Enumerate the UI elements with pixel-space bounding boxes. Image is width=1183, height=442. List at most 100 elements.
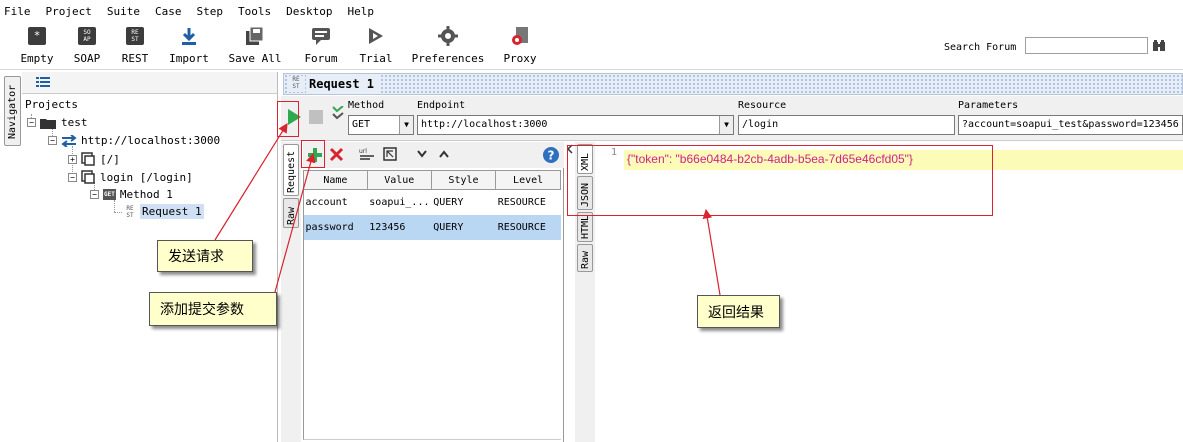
move-up-icon[interactable]: [439, 150, 449, 158]
params-table-header: Name Value Style Level: [303, 170, 561, 190]
tab-raw[interactable]: Raw: [283, 198, 299, 228]
resource-icon: [81, 170, 95, 184]
add-to-testcase-icon[interactable]: [331, 106, 345, 126]
menu-step[interactable]: Step: [196, 5, 223, 18]
soap-icon: SO AP: [75, 24, 99, 48]
tree-service-label: http://localhost:3000: [81, 134, 221, 147]
menu-desktop[interactable]: Desktop: [286, 5, 332, 18]
tree-toolbar: [22, 72, 277, 94]
search-forum-input[interactable]: [1025, 37, 1148, 54]
binoculars-icon[interactable]: [1152, 39, 1166, 52]
param-name-cell[interactable]: password: [303, 214, 368, 240]
parameters-input[interactable]: ?account=soapui_test&password=123456: [958, 115, 1183, 135]
tab-raw-response[interactable]: Raw: [577, 244, 593, 272]
menu-case[interactable]: Case: [155, 5, 182, 18]
param-value-cell[interactable]: 123456: [367, 214, 432, 240]
tree-service[interactable]: − http://localhost:3000: [48, 134, 220, 147]
param-value-cell[interactable]: soapui_...: [367, 190, 431, 215]
menu-help[interactable]: Help: [347, 5, 374, 18]
tree-project-test[interactable]: − test: [27, 116, 88, 129]
request-pane: Request Raw url ? Name Value Style Level…: [281, 142, 564, 442]
preferences-button-label: Preferences: [411, 52, 485, 65]
endpoint-value: http://localhost:3000: [421, 119, 548, 130]
svg-text:url: url: [359, 148, 367, 155]
navigator-label: Navigator: [7, 84, 18, 139]
column-level[interactable]: Level: [495, 170, 561, 190]
collapse-icon[interactable]: −: [68, 172, 77, 182]
params-table: Name Value Style Level account soapui_..…: [303, 170, 561, 240]
tree-resource-root[interactable]: + [/]: [68, 152, 120, 166]
parameters-value: ?account=soapui_test&password=123456: [962, 119, 1179, 130]
column-name[interactable]: Name: [303, 170, 368, 190]
tab-html[interactable]: HTML: [577, 212, 593, 242]
tab-raw-label: Raw: [286, 206, 297, 225]
result-callout-text: 返回结果: [708, 304, 764, 321]
method-select[interactable]: GET ▼: [348, 115, 414, 135]
resource-label: Resource: [738, 100, 787, 111]
empty-button-label: Empty: [20, 52, 54, 65]
tree-method[interactable]: − GET Method 1: [90, 188, 173, 201]
proxy-button-label: Proxy: [503, 52, 537, 65]
stop-icon[interactable]: [309, 110, 323, 124]
request-vertical-tabs: Request Raw: [281, 142, 301, 442]
menu-project[interactable]: Project: [46, 5, 92, 18]
rest-request-icon: RE ST: [126, 204, 134, 219]
menu-tools[interactable]: Tools: [238, 5, 271, 18]
preferences-button[interactable]: Preferences: [411, 24, 485, 65]
param-style-cell[interactable]: QUERY: [431, 214, 496, 240]
collapse-icon[interactable]: −: [27, 118, 36, 127]
expand-icon[interactable]: +: [68, 154, 77, 164]
chevron-down-icon: ▼: [399, 116, 413, 134]
move-down-icon[interactable]: [417, 150, 427, 158]
method-label: Method: [348, 100, 385, 111]
tab-raw-response-label: Raw: [580, 250, 591, 269]
param-style-cell[interactable]: QUERY: [431, 190, 495, 215]
import-button[interactable]: Import: [154, 24, 224, 65]
rest-button-label: REST: [121, 52, 149, 65]
search-forum-label: Search Forum: [944, 42, 1017, 53]
save-all-button-label: Save All: [228, 52, 282, 65]
endpoint-select[interactable]: http://localhost:3000 ▼: [417, 115, 734, 135]
trial-button[interactable]: Trial: [341, 24, 411, 65]
help-icon[interactable]: ?: [542, 146, 560, 164]
tab-html-label: HTML: [580, 214, 591, 239]
navigator-tab[interactable]: Navigator: [4, 76, 21, 146]
send-request-callout-text: 发送请求: [168, 249, 224, 265]
resource-input[interactable]: /login: [738, 115, 955, 135]
param-name-cell[interactable]: account: [304, 190, 368, 215]
request-editor-header: RE ST Request 1: [283, 73, 1183, 95]
proxy-button[interactable]: Proxy: [485, 24, 555, 65]
param-level-cell[interactable]: RESOURCE: [495, 214, 561, 240]
rest-service-icon: [61, 134, 77, 147]
list-view-icon[interactable]: [36, 77, 50, 88]
tree-project-label: test: [61, 116, 88, 129]
tree-projects-root[interactable]: Projects: [25, 98, 78, 111]
tree-request[interactable]: RE ST Request 1: [124, 204, 204, 219]
svg-text:?: ?: [548, 149, 555, 163]
collapse-icon[interactable]: −: [90, 190, 99, 199]
tab-request[interactable]: Request: [283, 144, 299, 196]
table-row[interactable]: password 123456 QUERY RESOURCE: [303, 214, 561, 240]
column-value[interactable]: Value: [366, 170, 432, 190]
tree-resource-login[interactable]: − login [/login]: [68, 170, 193, 184]
menu-suite[interactable]: Suite: [107, 5, 140, 18]
result-callout: 返回结果: [697, 295, 780, 328]
table-row[interactable]: account soapui_... QUERY RESOURCE: [304, 190, 561, 215]
save-all-button[interactable]: Save All: [220, 24, 290, 65]
menu-file[interactable]: File: [4, 5, 31, 18]
rest-icon: RE ST: [123, 24, 147, 48]
column-style[interactable]: Style: [430, 170, 497, 190]
param-level-cell[interactable]: RESOURCE: [496, 190, 561, 215]
expand-table-icon[interactable]: [383, 147, 397, 161]
menu-bar: File Project Suite Case Step Tools Deskt…: [0, 0, 1183, 22]
proxy-icon: [508, 24, 532, 48]
url-params-icon[interactable]: url: [359, 147, 375, 161]
method-value: GET: [352, 119, 371, 130]
chevron-down-icon: ▼: [719, 116, 733, 134]
send-request-callout: 发送请求: [157, 240, 253, 272]
collapse-icon[interactable]: −: [48, 136, 57, 145]
parameters-label: Parameters: [958, 100, 1019, 111]
remove-param-icon[interactable]: [329, 147, 344, 162]
trial-button-label: Trial: [359, 52, 393, 65]
forum-icon: [309, 24, 333, 48]
